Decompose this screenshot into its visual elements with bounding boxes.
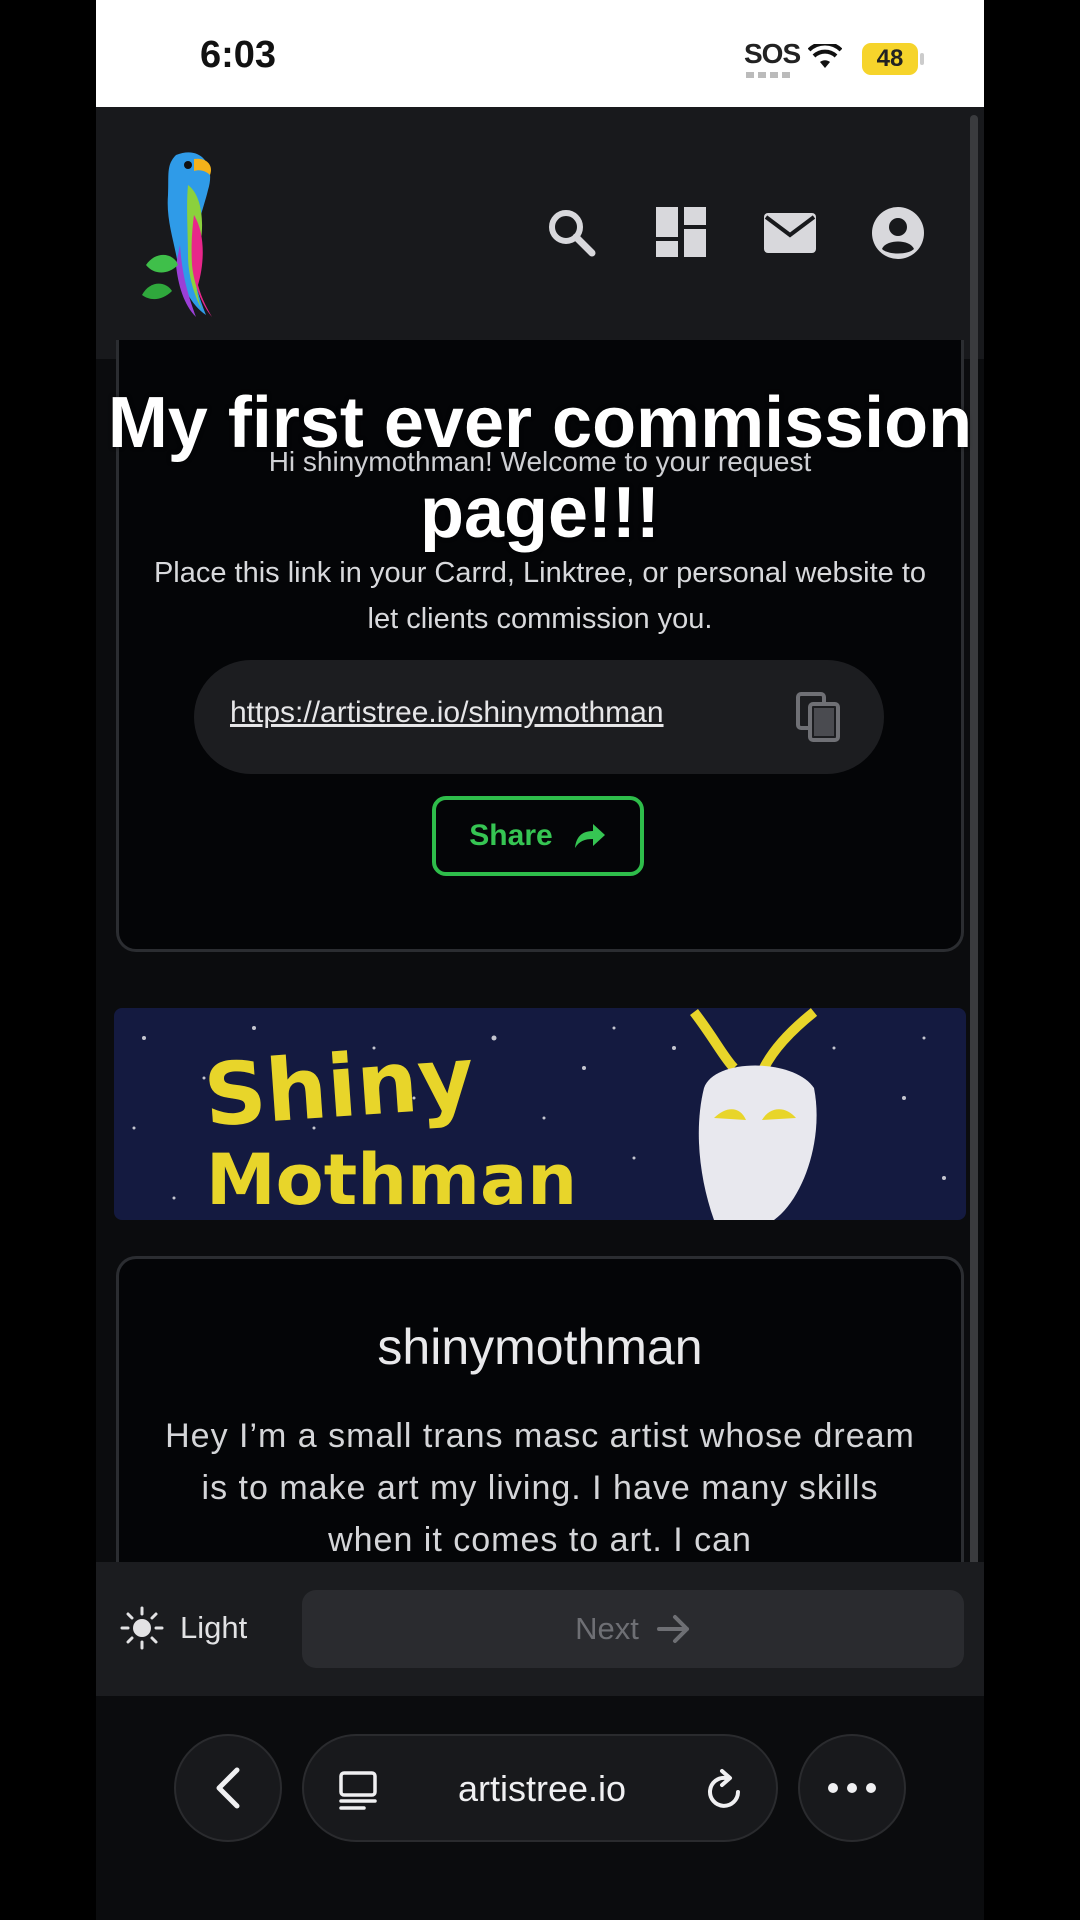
signal-dots bbox=[746, 72, 790, 78]
parrot-logo-icon[interactable] bbox=[136, 145, 236, 325]
sos-indicator: SOS bbox=[744, 38, 801, 69]
profile-link-box: https://artistree.io/shinymothman bbox=[194, 660, 884, 774]
sun-icon bbox=[120, 1606, 164, 1650]
bottom-action-bar: Light Next bbox=[96, 1562, 984, 1696]
chevron-left-icon bbox=[216, 1767, 240, 1809]
arrow-right-icon bbox=[656, 1615, 689, 1643]
search-icon[interactable] bbox=[544, 205, 600, 261]
share-arrow-icon bbox=[574, 824, 605, 848]
battery-cap bbox=[920, 53, 924, 65]
battery-indicator: 48 bbox=[862, 43, 918, 75]
more-options-button[interactable] bbox=[798, 1734, 906, 1842]
link-instructions: Place this link in your Carrd, Linktree,… bbox=[153, 557, 927, 635]
theme-label: Light bbox=[180, 1610, 248, 1645]
more-dots-icon bbox=[828, 1783, 876, 1793]
address-bar[interactable]: artistree.io bbox=[302, 1734, 778, 1842]
reload-icon[interactable] bbox=[704, 1768, 746, 1812]
theme-toggle-button[interactable]: Light bbox=[120, 1606, 247, 1650]
app-header bbox=[96, 107, 984, 359]
share-label: Share bbox=[469, 819, 553, 852]
page-scrollbar[interactable] bbox=[970, 115, 978, 1725]
browser-toolbar: artistree.io bbox=[96, 1696, 984, 1920]
video-caption-overlay: My first ever commission page!!! bbox=[107, 383, 973, 553]
banner-text-line1: Shiny bbox=[201, 1028, 477, 1147]
wifi-icon bbox=[808, 44, 842, 68]
profile-link[interactable]: https://artistree.io/shinymothman bbox=[230, 696, 664, 730]
phone-screen: 6:03 SOS 48 Hi shinymothman! Welcome to … bbox=[96, 0, 984, 1920]
next-label: Next bbox=[575, 1611, 639, 1646]
status-bar: 6:03 SOS 48 bbox=[96, 0, 984, 107]
share-button[interactable]: Share bbox=[432, 796, 644, 876]
next-button[interactable]: Next bbox=[302, 1590, 964, 1668]
mail-icon[interactable] bbox=[762, 205, 818, 261]
profile-bio: Hey I’m a small trans masc artist whose … bbox=[165, 1417, 915, 1559]
profile-username: shinymothman bbox=[377, 1319, 703, 1375]
profile-banner-image: Shiny Mothman bbox=[114, 1008, 966, 1220]
banner-text-line2: Mothman bbox=[206, 1139, 577, 1220]
account-icon[interactable] bbox=[870, 205, 926, 261]
dashboard-icon[interactable] bbox=[654, 205, 710, 261]
back-button[interactable] bbox=[174, 1734, 282, 1842]
copy-icon[interactable] bbox=[794, 690, 844, 744]
status-time: 6:03 bbox=[200, 34, 277, 76]
